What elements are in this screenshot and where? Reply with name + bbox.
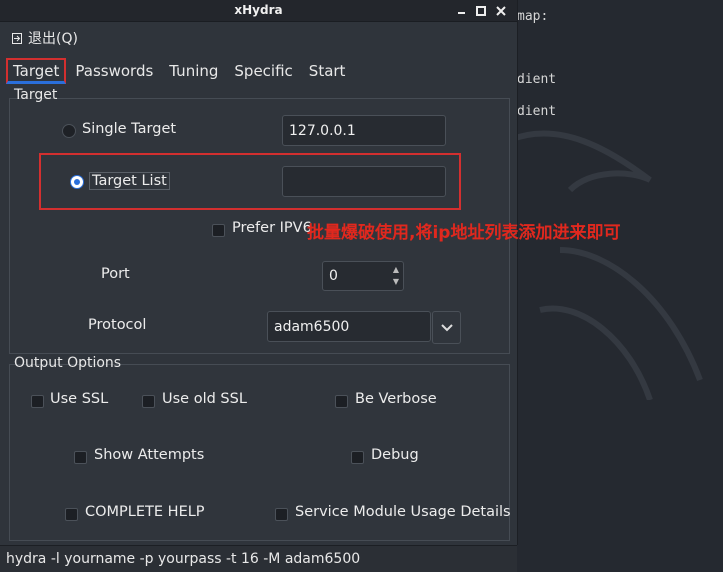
close-icon[interactable] [494,4,507,17]
target-list-input[interactable] [282,166,446,197]
annotation-text: 批量爆破使用,将ip地址列表添加进来即可 [307,223,621,243]
port-spinbox[interactable]: 0 ▲ ▼ [322,261,404,291]
tab-start[interactable]: Start [302,58,353,84]
xhydra-window: xHydra 退出(Q) Target Passwords Tuning Spe… [0,0,620,545]
port-value: 0 [329,268,338,284]
single-target-label: Single Target [82,121,177,137]
kali-dragon-watermark [508,130,703,400]
complete-help-label: COMPLETE HELP [85,504,205,520]
terminal-line: dient [517,72,557,87]
tab-target[interactable]: Target [6,58,67,84]
window-title: xHydra [234,3,283,17]
port-label: Port [101,266,130,282]
service-module-usage-label: Service Module Usage Details [295,504,511,520]
target-group-title: Target [14,87,58,103]
protocol-select[interactable]: adam6500 [267,311,431,342]
tab-passwords[interactable]: Passwords [68,58,160,84]
menu-quit[interactable]: 退出(Q) [12,28,78,48]
titlebar: xHydra [0,0,517,22]
be-verbose-label: Be Verbose [355,391,437,407]
prefer-ipv6-label: Prefer IPV6 [232,220,312,236]
protocol-label: Protocol [88,317,147,333]
minimize-icon[interactable] [455,4,468,17]
tab-bar: Target Passwords Tuning Specific Start [6,58,354,84]
debug-checkbox[interactable] [351,451,364,464]
protocol-value: adam6500 [274,318,350,335]
use-old-ssl-label: Use old SSL [162,391,247,407]
command-preview: hydra -l yourname -p yourpass -t 16 -M a… [0,545,517,572]
debug-label: Debug [371,447,419,463]
show-attempts-checkbox[interactable] [74,451,87,464]
command-preview-text: hydra -l yourname -p yourpass -t 16 -M a… [6,551,361,567]
use-ssl-label: Use SSL [50,391,109,407]
use-ssl-checkbox[interactable] [31,395,44,408]
use-old-ssl-checkbox[interactable] [142,395,155,408]
tab-tuning[interactable]: Tuning [162,58,225,84]
be-verbose-checkbox[interactable] [335,395,348,408]
single-target-radio[interactable] [62,124,76,138]
single-target-input[interactable]: 127.0.0.1 [282,115,446,146]
quit-icon [12,32,22,44]
prefer-ipv6-checkbox[interactable] [212,224,225,237]
menu-quit-label: 退出(Q) [28,31,78,47]
show-attempts-label: Show Attempts [94,447,205,463]
service-module-usage-checkbox[interactable] [275,508,288,521]
target-list-radio[interactable] [70,175,84,189]
maximize-icon[interactable] [474,4,487,17]
terminal-line: map: [517,9,549,24]
spin-arrows-icon[interactable]: ▲ ▼ [393,264,399,288]
chevron-down-icon [440,323,453,331]
tab-specific[interactable]: Specific [227,58,299,84]
protocol-dropdown-button[interactable] [432,311,461,344]
single-target-value: 127.0.0.1 [289,122,356,139]
complete-help-checkbox[interactable] [65,508,78,521]
output-options-title: Output Options [14,355,122,371]
target-list-label: Target List [89,172,170,190]
